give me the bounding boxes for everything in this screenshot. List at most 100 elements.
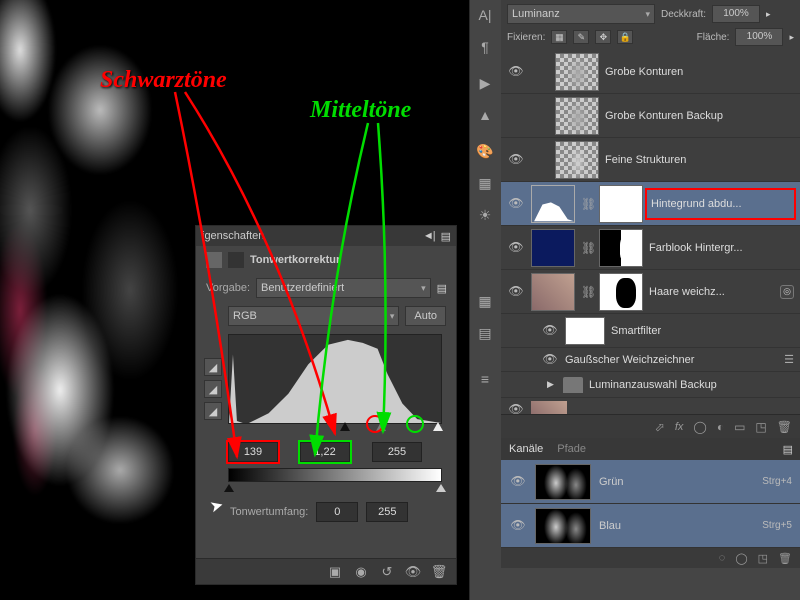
layer-row[interactable]: 👁 ⛓ Haare weichz... ◎: [501, 270, 800, 314]
toggle-visibility-icon[interactable]: 👁: [404, 563, 422, 581]
visibility-toggle-icon[interactable]: 👁: [507, 284, 525, 300]
channel-thumbnail[interactable]: [535, 464, 591, 500]
visibility-toggle-icon[interactable]: 👁: [507, 64, 525, 80]
link-mask-icon[interactable]: ⛓: [581, 241, 593, 255]
visibility-toggle-icon[interactable]: [523, 377, 541, 393]
layer-name[interactable]: Feine Strukturen: [605, 154, 794, 166]
filter-blend-options-icon[interactable]: ☰: [784, 353, 794, 366]
layer-name[interactable]: Hintegrund abdu...: [647, 190, 794, 218]
swatches-panel-icon[interactable]: ▦: [470, 170, 500, 196]
color-panel-icon[interactable]: 🎨: [470, 138, 500, 164]
history-panel-icon[interactable]: ▦: [470, 288, 500, 314]
lock-transparent-icon[interactable]: ▦: [551, 30, 567, 44]
layer-row[interactable]: 👁 Feine Strukturen: [501, 138, 800, 182]
new-layer-icon[interactable]: ◳: [755, 420, 766, 434]
channels-tab[interactable]: Kanäle: [509, 443, 543, 455]
group-name[interactable]: Luminanzauswahl Backup: [589, 379, 794, 391]
properties-panel-header[interactable]: igenschaften ◄| ▤: [196, 226, 456, 246]
save-selection-icon[interactable]: ◯: [735, 552, 747, 565]
reset-icon[interactable]: ↺: [378, 563, 396, 581]
lock-image-icon[interactable]: ✎: [573, 30, 589, 44]
histogram-panel-icon[interactable]: ▲: [470, 102, 500, 128]
levels-adjustment-thumbnail[interactable]: [531, 185, 575, 223]
delete-channel-icon[interactable]: 🗑: [778, 552, 792, 565]
add-mask-icon[interactable]: ◯: [693, 420, 706, 434]
solid-color-thumbnail[interactable]: [531, 229, 575, 267]
layer-thumbnail[interactable]: [531, 401, 567, 414]
layer-name[interactable]: Grobe Konturen: [605, 66, 794, 78]
info-panel-icon[interactable]: ≡: [470, 366, 500, 392]
new-adjustment-icon[interactable]: ◐: [717, 420, 724, 434]
input-slider-track[interactable]: [228, 422, 442, 434]
layer-thumbnail[interactable]: [555, 97, 599, 135]
layer-mask-thumbnail[interactable]: [599, 273, 643, 311]
visibility-toggle-icon[interactable]: 👁: [507, 240, 525, 256]
output-slider-track[interactable]: [228, 486, 442, 496]
fill-flyout-icon[interactable]: ▸: [789, 32, 794, 43]
input-white-field[interactable]: 255: [372, 442, 422, 462]
visibility-toggle-icon[interactable]: 👁: [541, 352, 559, 368]
eyedropper-gray-icon[interactable]: ◢: [204, 380, 222, 398]
view-previous-icon[interactable]: ◉: [352, 563, 370, 581]
link-layers-icon[interactable]: ⬀: [655, 420, 665, 434]
paths-tab[interactable]: Pfade: [557, 443, 586, 455]
group-collapse-icon[interactable]: ▶: [547, 379, 557, 390]
visibility-toggle-icon[interactable]: 👁: [509, 474, 527, 490]
layer-row-selected[interactable]: 👁 ⛓ Hintegrund abdu...: [501, 182, 800, 226]
eyedropper-white-icon[interactable]: ◢: [204, 402, 222, 420]
preset-menu-icon[interactable]: ▤: [437, 282, 446, 295]
channel-row[interactable]: 👁 Blau Strg+5: [501, 504, 800, 548]
white-point-slider[interactable]: [433, 422, 443, 431]
input-mid-field[interactable]: 1,22: [300, 442, 350, 462]
delete-adjustment-icon[interactable]: 🗑: [430, 563, 448, 581]
input-black-field[interactable]: 139: [228, 442, 278, 462]
visibility-toggle-icon[interactable]: 👁: [507, 196, 525, 212]
opacity-flyout-icon[interactable]: ▸: [766, 9, 771, 20]
panel-prev-icon[interactable]: ◄|: [423, 230, 435, 242]
output-black-field[interactable]: 0: [316, 502, 358, 522]
visibility-toggle-icon[interactable]: 👁: [507, 152, 525, 168]
fill-field[interactable]: 100%: [735, 28, 783, 46]
layer-thumbnail[interactable]: [555, 141, 599, 179]
layer-row[interactable]: Grobe Konturen Backup: [501, 94, 800, 138]
filter-name[interactable]: Gaußscher Weichzeichner: [565, 354, 778, 366]
visibility-toggle-icon[interactable]: 👁: [507, 402, 525, 414]
navigator-panel-icon[interactable]: ▶: [470, 70, 500, 96]
layer-name[interactable]: Farblook Hintergr...: [649, 242, 794, 254]
link-mask-icon[interactable]: ⛓: [581, 285, 593, 299]
layer-group-row[interactable]: ▶ Luminanzauswahl Backup: [501, 372, 800, 398]
paragraph-panel-icon[interactable]: ¶: [470, 34, 500, 60]
channel-row[interactable]: 👁 Grün Strg+4: [501, 460, 800, 504]
layer-name[interactable]: Haare weichz...: [649, 286, 774, 298]
layer-row[interactable]: 👁 ⛓ Farblook Hintergr...: [501, 226, 800, 270]
channel-select[interactable]: RGB ▾: [228, 306, 399, 326]
layer-row[interactable]: 👁 Grobe Konturen: [501, 50, 800, 94]
new-group-icon[interactable]: ▭: [734, 420, 745, 434]
visibility-toggle-icon[interactable]: [507, 108, 525, 124]
layer-mask-thumbnail[interactable]: [599, 185, 643, 223]
output-gradient[interactable]: [228, 468, 442, 482]
layer-fx-icon[interactable]: fx: [675, 421, 684, 433]
panel-menu-icon[interactable]: ▤: [783, 443, 792, 456]
blend-mode-select[interactable]: Luminanz ▾: [507, 4, 655, 24]
channels-panel[interactable]: 👁 Grün Strg+4 👁 Blau Strg+5: [501, 460, 800, 548]
channel-thumbnail[interactable]: [535, 508, 591, 544]
panel-menu-icon[interactable]: ▤: [441, 230, 450, 243]
auto-button[interactable]: Auto: [405, 306, 446, 326]
clip-to-layer-icon[interactable]: ▣: [326, 563, 344, 581]
smart-object-thumbnail[interactable]: [531, 273, 575, 311]
output-white-slider[interactable]: [436, 484, 446, 492]
opacity-field[interactable]: 100%: [712, 5, 760, 23]
character-panel-icon[interactable]: A|: [470, 2, 500, 28]
load-selection-icon[interactable]: ◌: [719, 552, 726, 564]
visibility-toggle-icon[interactable]: 👁: [509, 518, 527, 534]
filter-mask-thumbnail[interactable]: [565, 317, 605, 345]
preset-select[interactable]: Benutzerdefiniert ▾: [256, 278, 431, 298]
eyedropper-black-icon[interactable]: ◢: [204, 358, 222, 376]
smart-filters-row[interactable]: 👁 Smartfilter: [501, 314, 800, 348]
visibility-toggle-icon[interactable]: 👁: [541, 323, 559, 339]
actions-panel-icon[interactable]: ▤: [470, 320, 500, 346]
layer-thumbnail[interactable]: [555, 53, 599, 91]
layer-row-partial[interactable]: 👁: [501, 398, 800, 414]
output-white-field[interactable]: 255: [366, 502, 408, 522]
